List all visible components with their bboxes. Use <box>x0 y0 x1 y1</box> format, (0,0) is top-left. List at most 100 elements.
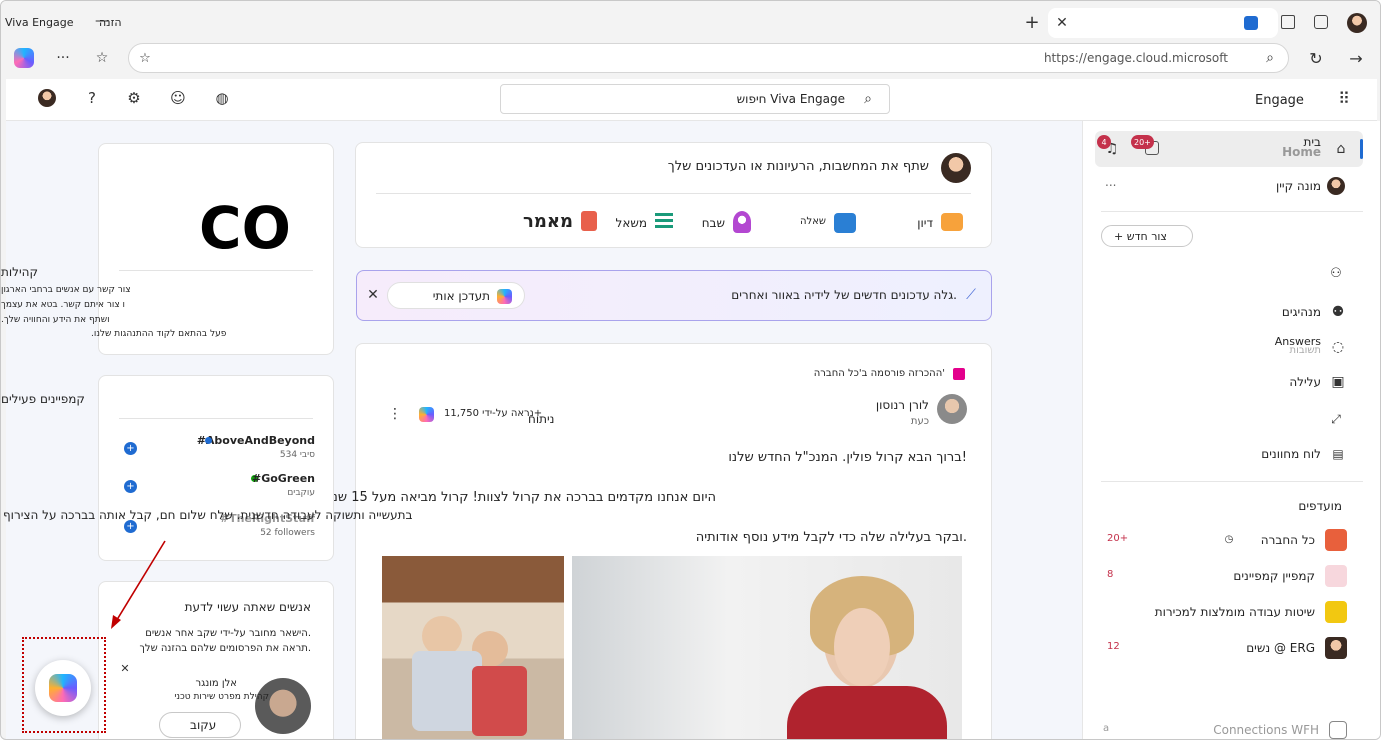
post-line: היום אנחנו מקדמים בברכה את קרול לצוות! ק… <box>290 490 716 505</box>
more-icon[interactable]: ... <box>1105 175 1116 189</box>
post-line: ובקר בעלילה שלה כדי לקבל מידע נוסף אודות… <box>695 530 967 545</box>
navigation-pane: ⌂ בית Home 20+ ♫ 4 מונה קיין ... + צור ח… <box>1082 121 1380 739</box>
address-bar[interactable]: ☆ https://engage.cloud.microsoft ⌕ <box>128 43 1289 73</box>
author-avatar[interactable] <box>937 394 967 424</box>
fav-item[interactable]: נשים @ ERG 12 <box>1095 635 1363 661</box>
campaign-logo-icon <box>1325 565 1347 587</box>
nav-leaders[interactable]: ⚉ מנהיגים <box>1095 301 1363 323</box>
close-icon[interactable]: ✕ <box>365 287 381 303</box>
search-placeholder: חיפוש Viva Engage <box>736 92 845 106</box>
copilot-card: CO <box>98 143 334 355</box>
author-name[interactable]: לורן רנוסון <box>876 398 929 412</box>
question-icon <box>834 213 856 233</box>
new-button[interactable]: + צור חדש <box>1101 225 1193 247</box>
search-box[interactable]: חיפוש Viva Engage ⌕ <box>500 84 890 114</box>
fav-item[interactable]: Connections WFH a <box>1095 719 1363 739</box>
post-image-family[interactable] <box>382 556 564 739</box>
post-image-portrait[interactable] <box>572 556 962 739</box>
minimize-icon[interactable]: — <box>94 13 110 29</box>
follow-button[interactable]: עקוב <box>159 712 241 738</box>
plus-icon[interactable]: + <box>124 480 137 493</box>
post-line: בתעשייה ותשוקה לעבודה חדשנית. שלח שלום ח… <box>3 508 413 522</box>
more-icon[interactable]: ··· <box>55 50 71 66</box>
pin-icon: ◷ <box>1224 533 1234 545</box>
composer-card: שתף את המחשבות, הרעיונות או העדכונים שלך… <box>355 142 992 248</box>
post-card: ההכרזה פורסמה ב'כל החברה' לורן רנוסון כע… <box>290 343 992 739</box>
annotation-arrow <box>111 540 166 629</box>
fav-item[interactable]: כל החברה ◷ 20+ <box>1095 527 1363 553</box>
nav-home[interactable]: ⌂ בית Home 20+ ♫ 4 <box>1095 131 1363 167</box>
dashboard-icon: ▤ <box>1332 447 1344 461</box>
app-launcher-icon[interactable]: ⠿ <box>1334 88 1354 108</box>
communities-title: קהילות <box>1 265 39 279</box>
view-count: נראה על-ידי 11,750+ <box>444 408 543 419</box>
favorites-title: מועדפים <box>1298 499 1342 513</box>
notification-badge: 4 <box>1097 135 1111 149</box>
composer-input[interactable]: שתף את המחשבות, הרעיונות או העדכונים שלך <box>668 159 929 174</box>
url-text: https://engage.cloud.microsoft <box>1043 51 1228 65</box>
refresh-icon[interactable]: ↻ <box>1306 48 1326 68</box>
app-name[interactable]: Engage <box>1255 93 1304 108</box>
book-icon: ▣ <box>1331 374 1345 390</box>
inbox-badge: 20+ <box>1131 135 1154 149</box>
close-icon[interactable]: ✕ <box>119 662 131 675</box>
person-avatar[interactable] <box>255 678 311 734</box>
browser-window: Viva Engage הזנה — + ✕ ··· ☆ ☆ https://e… <box>0 0 1381 740</box>
favorite-star-icon[interactable]: ☆ <box>93 49 111 67</box>
profile-avatar[interactable] <box>1347 13 1367 33</box>
nav-user[interactable]: מונה קיין ... <box>1095 173 1363 199</box>
gear-icon[interactable]: ⚙ <box>125 89 143 107</box>
article-icon <box>581 211 597 231</box>
chart-icon: ⟋ <box>966 287 976 303</box>
campaign-item[interactable]: + #AboveAndBeyond 534 סיבי <box>119 434 319 466</box>
sales-logo-icon <box>1325 601 1347 623</box>
campaigns-title: קמפיינים פעילים <box>1 392 85 406</box>
help-icon[interactable]: ? <box>83 89 101 107</box>
user-avatar <box>1327 177 1345 195</box>
megaphone-icon <box>953 368 965 380</box>
communities-icon[interactable]: ⚇ <box>1328 265 1344 281</box>
star-add-icon[interactable]: ☆ <box>137 50 153 66</box>
title-bar: Viva Engage הזנה — + ✕ <box>1 1 1380 43</box>
connections-icon <box>1329 721 1347 739</box>
forward-icon[interactable]: → <box>1346 48 1366 68</box>
plus-icon[interactable]: + <box>1023 12 1041 33</box>
fav-item[interactable]: שיטות עבודה מומלצות למכירות <box>1095 599 1363 625</box>
globe-icon[interactable]: ◍ <box>213 89 231 107</box>
window-icon[interactable] <box>1281 15 1295 29</box>
discussion-icon <box>941 213 963 231</box>
user-avatar[interactable] <box>38 89 56 107</box>
copilot-icon <box>497 289 512 304</box>
nav-answers[interactable]: ◌ Answers תשובות <box>1095 335 1363 359</box>
tab-favicon-icon <box>1244 16 1258 30</box>
campaign-dot <box>205 437 212 444</box>
post-line: ברוך הבא קרול פולין. המנכ"ל החדש שלנו! <box>728 450 967 465</box>
answers-icon: ◌ <box>1331 339 1345 355</box>
fav-item[interactable]: קמפיין קמפיינים 8 <box>1095 563 1363 589</box>
copilot-fab[interactable] <box>35 660 91 716</box>
collections-icon[interactable] <box>1314 15 1328 29</box>
people-icon: ⚉ <box>1331 304 1345 320</box>
browser-tab[interactable]: ✕ <box>1048 8 1278 38</box>
campaign-item[interactable]: + #GoGreen עוקבים <box>119 472 319 504</box>
smiley-icon[interactable]: ☺ <box>169 89 187 107</box>
nav-dashboard[interactable]: ▤ לוח מחוונים <box>1095 443 1363 465</box>
search-icon: ⌕ <box>864 91 872 107</box>
plus-icon[interactable]: + <box>124 442 137 455</box>
poll-icon <box>655 213 673 231</box>
nav-learning[interactable]: ▣ עלילה <box>1095 371 1363 393</box>
copilot-icon[interactable] <box>419 407 434 422</box>
copilot-browser-icon[interactable] <box>14 48 34 68</box>
analytics-icon[interactable]: ⤢ <box>1328 411 1344 427</box>
copilot-icon <box>49 674 77 702</box>
follow-updates-button[interactable]: תעדכן אותי <box>387 282 525 309</box>
composer-avatar <box>941 153 971 183</box>
erg-avatar <box>1325 637 1347 659</box>
home-icon: ⌂ <box>1336 141 1346 157</box>
more-icon[interactable]: ⋮ <box>388 406 402 422</box>
app-header: ? ⚙ ☺ ◍ חיפוש Viva Engage ⌕ Engage ⠿ <box>6 79 1377 121</box>
close-tab-icon[interactable]: ✕ <box>1054 15 1070 31</box>
nav-home-sub: Home <box>1282 145 1321 159</box>
company-logo-icon <box>1325 529 1347 551</box>
post-time: כעת <box>910 416 929 427</box>
